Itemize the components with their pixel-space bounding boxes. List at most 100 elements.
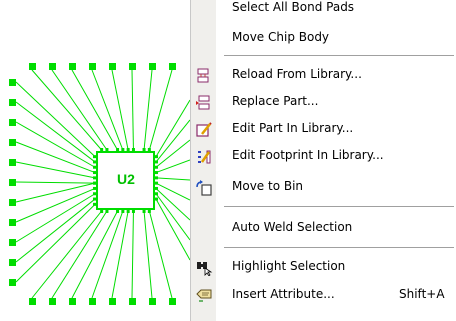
bond-wire[interactable] [131, 210, 134, 299]
bond-wire[interactable] [155, 119, 190, 163]
bond-pad[interactable] [169, 298, 176, 305]
bond-pad[interactable] [109, 63, 116, 70]
chip-pin[interactable] [155, 197, 158, 201]
chip-pin[interactable] [155, 171, 158, 175]
menu-item-select-all-bond-pads[interactable]: Select All Bond Pads [191, 0, 456, 21]
bond-wire[interactable] [15, 101, 96, 163]
chip-pin[interactable] [116, 210, 120, 213]
chip-pin[interactable] [147, 210, 151, 213]
menu-item-replace-part[interactable]: Replace Part... [191, 91, 456, 115]
chip-pin[interactable] [131, 148, 135, 151]
chip-pin[interactable] [131, 210, 135, 213]
bond-pad[interactable] [29, 298, 36, 305]
bond-wire[interactable] [111, 69, 129, 151]
bond-wire[interactable] [15, 81, 96, 158]
menu-item-move-chip-body[interactable]: Move Chip Body [191, 27, 456, 51]
chip-pin[interactable] [126, 148, 130, 151]
chip-pin[interactable] [147, 148, 151, 151]
chip-pin[interactable] [93, 176, 96, 180]
chip-pin[interactable] [93, 197, 96, 201]
bond-wire[interactable] [15, 187, 96, 223]
bond-wire[interactable] [148, 210, 173, 299]
chip-pin[interactable] [155, 155, 158, 159]
bond-wire[interactable] [155, 188, 190, 221]
chip-pin[interactable] [155, 176, 158, 180]
bond-pad[interactable] [9, 139, 16, 146]
chip-pin[interactable] [100, 148, 104, 151]
bond-wire[interactable] [111, 210, 129, 299]
bond-wire[interactable] [51, 69, 108, 151]
bond-wire[interactable] [15, 181, 96, 184]
chip-pin[interactable] [93, 192, 96, 196]
bond-pad[interactable] [9, 99, 16, 106]
chip-pin[interactable] [142, 148, 146, 151]
bond-pad[interactable] [69, 298, 76, 305]
menu-item-move-to-bin[interactable]: Move to Bin [191, 176, 456, 200]
bond-wire[interactable] [51, 210, 108, 299]
bond-pad[interactable] [9, 119, 16, 126]
bond-wire[interactable] [131, 69, 134, 151]
bond-wire[interactable] [15, 182, 96, 203]
chip-pin[interactable] [93, 171, 96, 175]
bond-wire[interactable] [15, 141, 96, 174]
bond-pad[interactable] [9, 239, 16, 246]
menu-item-edit-part-in-library[interactable]: Edit Part In Library... [191, 118, 456, 142]
chip-pin[interactable] [93, 160, 96, 164]
bond-pad[interactable] [9, 279, 16, 286]
menu-item-highlight-selection[interactable]: Highlight Selection [191, 256, 456, 280]
bond-pad[interactable] [169, 63, 176, 70]
chip-pin[interactable] [121, 210, 125, 213]
bond-pad[interactable] [9, 79, 16, 86]
chip-pin[interactable] [155, 181, 158, 185]
chip-pin[interactable] [155, 186, 158, 190]
bond-pad[interactable] [69, 63, 76, 70]
bond-wire[interactable] [31, 69, 103, 151]
bond-pad[interactable] [149, 298, 156, 305]
chip-pin[interactable] [93, 186, 96, 190]
bond-wire[interactable] [15, 161, 96, 179]
chip-pin[interactable] [126, 210, 130, 213]
chip-pin[interactable] [142, 210, 146, 213]
bond-pad[interactable] [89, 298, 96, 305]
bond-wire[interactable] [71, 210, 118, 299]
bond-wire[interactable] [91, 69, 124, 151]
chip-pin[interactable] [105, 210, 109, 213]
bond-wire[interactable] [155, 159, 190, 174]
bond-pad[interactable] [9, 219, 16, 226]
bond-pad[interactable] [89, 63, 96, 70]
bond-pad[interactable] [49, 298, 56, 305]
bond-pad[interactable] [149, 63, 156, 70]
bond-wire[interactable] [91, 210, 124, 299]
chip-pin[interactable] [105, 148, 109, 151]
bond-pad[interactable] [9, 159, 16, 166]
bond-pad[interactable] [9, 259, 16, 266]
bond-pad[interactable] [129, 63, 136, 70]
chip-pin[interactable] [121, 148, 125, 151]
chip-pin[interactable] [155, 192, 158, 196]
bond-pad[interactable] [9, 199, 16, 206]
bond-pad[interactable] [29, 63, 36, 70]
chip-pin[interactable] [116, 148, 120, 151]
chip-pin[interactable] [100, 210, 104, 213]
menu-item-auto-weld-selection[interactable]: Auto Weld Selection [191, 217, 456, 241]
bond-wire[interactable] [155, 193, 190, 241]
chip-pin[interactable] [93, 202, 96, 206]
chip-pin[interactable] [93, 181, 96, 185]
bond-wire[interactable] [148, 69, 173, 151]
bond-wire[interactable] [143, 69, 153, 151]
bond-wire[interactable] [15, 198, 96, 263]
bond-wire[interactable] [155, 182, 190, 201]
bond-wire[interactable] [31, 210, 103, 299]
bond-wire[interactable] [155, 177, 190, 181]
bond-wire[interactable] [155, 198, 190, 261]
menu-item-reload-from-library[interactable]: Reload From Library... [191, 64, 456, 88]
bond-wire[interactable] [71, 69, 118, 151]
pcb-canvas[interactable]: U2 [0, 0, 190, 321]
bond-wire[interactable] [143, 210, 153, 299]
bond-wire[interactable] [15, 203, 96, 283]
bond-pad[interactable] [129, 298, 136, 305]
chip-pin[interactable] [155, 160, 158, 164]
chip-pin[interactable] [93, 155, 96, 159]
bond-pad[interactable] [49, 63, 56, 70]
bond-pad[interactable] [9, 179, 16, 186]
